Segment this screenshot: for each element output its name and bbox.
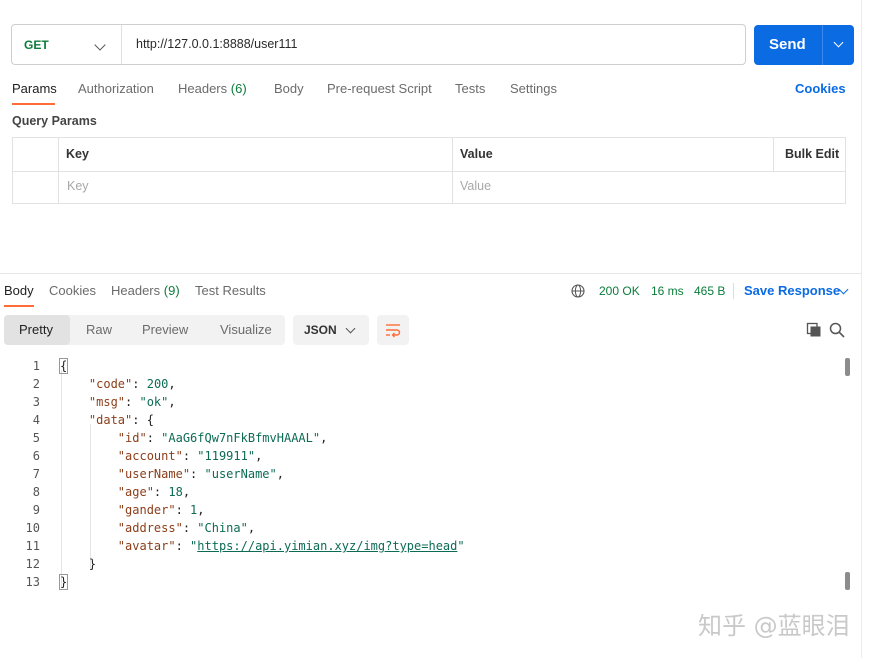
view-pretty[interactable]: Pretty [19, 322, 53, 337]
active-tab-indicator [12, 103, 55, 105]
code-line: } [60, 557, 97, 571]
headers-count: (9) [163, 283, 180, 298]
line-number: 11 [25, 539, 40, 553]
tab-settings[interactable]: Settings [510, 81, 557, 96]
response-tab-body[interactable]: Body [4, 283, 34, 298]
code-line: "id": "AaG6fQw7nFkBfmvHAAAL", [117, 431, 328, 445]
sidebar-divider [861, 0, 862, 658]
response-tab-headers[interactable]: Headers (9) [111, 283, 180, 298]
url-bar: GET http://127.0.0.1:8888/user111 [11, 24, 746, 65]
tab-headers[interactable]: Headers (6) [178, 81, 247, 96]
send-divider [822, 25, 823, 65]
line-number: 10 [25, 521, 40, 535]
view-visualize[interactable]: Visualize [220, 322, 272, 337]
watermark: 知乎 @蓝眼泪 [698, 612, 850, 640]
column-header-value: Value [460, 147, 493, 161]
query-params-table: Key Value Bulk Edit Key Value [12, 137, 846, 204]
line-number: 3 [32, 395, 40, 409]
code-line: "msg": "ok", [88, 395, 176, 409]
tab-params[interactable]: Params [12, 81, 57, 96]
copy-icon[interactable] [806, 322, 822, 338]
code-line: "account": "119911", [117, 449, 263, 463]
chevron-down-icon[interactable] [833, 37, 844, 48]
panel-divider[interactable] [0, 273, 861, 274]
status-code[interactable]: 200 OK [599, 284, 640, 298]
line-number: 2 [32, 377, 40, 391]
scrollbar-thumb[interactable] [845, 572, 850, 590]
method-select[interactable]: GET [12, 25, 122, 64]
key-input[interactable]: Key [67, 179, 89, 193]
response-tab-test-results[interactable]: Test Results [195, 283, 266, 298]
query-params-title: Query Params [12, 114, 97, 128]
tab-authorization[interactable]: Authorization [78, 81, 154, 96]
code-line: "gander": 1, [117, 503, 205, 517]
active-tab-indicator [4, 305, 34, 307]
send-label: Send [769, 36, 806, 53]
bracket: } [58, 574, 69, 590]
code-line: } [58, 574, 69, 590]
globe-icon[interactable] [571, 284, 585, 298]
line-number: 4 [32, 413, 40, 427]
view-raw[interactable]: Raw [86, 322, 112, 337]
view-preview[interactable]: Preview [142, 322, 188, 337]
code-line: "age": 18, [117, 485, 191, 499]
view-mode-group: Pretty Raw Preview Visualize [4, 315, 285, 345]
column-divider [452, 138, 453, 203]
line-number: 13 [25, 575, 40, 589]
format-select[interactable]: JSON [293, 315, 369, 345]
response-time[interactable]: 16 ms [651, 284, 684, 298]
line-number: 9 [32, 503, 40, 517]
divider [733, 283, 734, 299]
code-line: "address": "China", [117, 521, 256, 535]
row-divider [13, 171, 845, 172]
avatar-link[interactable]: https://api.yimian.xyz/img?type=head [197, 539, 457, 553]
value-input[interactable]: Value [460, 179, 491, 193]
tab-tests[interactable]: Tests [455, 81, 485, 96]
response-tab-cookies[interactable]: Cookies [49, 283, 96, 298]
send-button[interactable]: Send [754, 25, 854, 65]
code-line: "code": 200, [88, 377, 176, 391]
bulk-edit-button[interactable]: Bulk Edit [785, 147, 839, 161]
column-divider [58, 138, 59, 203]
response-size[interactable]: 465 B [694, 284, 725, 298]
wrap-icon [386, 324, 401, 338]
response-body-editor[interactable]: 1 { 2 "code": 200, 3 "msg": "ok", 4 "dat… [0, 356, 855, 592]
wrap-lines-button[interactable] [377, 315, 409, 345]
method-label: GET [24, 38, 49, 52]
line-number: 5 [32, 431, 40, 445]
chevron-down-icon [345, 323, 356, 334]
bracket: { [58, 358, 69, 374]
tab-pre-request-script[interactable]: Pre-request Script [327, 81, 432, 96]
scrollbar-thumb[interactable] [845, 358, 850, 376]
code-line: "userName": "userName", [117, 467, 284, 481]
column-header-key: Key [66, 147, 89, 161]
tab-body[interactable]: Body [274, 81, 304, 96]
cookies-link[interactable]: Cookies [795, 81, 846, 96]
save-response-button[interactable]: Save Response [744, 283, 840, 298]
code-line: { [58, 358, 69, 374]
url-input[interactable]: http://127.0.0.1:8888/user111 [136, 37, 297, 51]
line-number: 7 [32, 467, 40, 481]
format-label: JSON [304, 323, 337, 337]
line-number: 6 [32, 449, 40, 463]
code-line: "data": { [88, 413, 154, 427]
line-number: 1 [32, 359, 40, 373]
search-icon[interactable] [829, 322, 845, 338]
line-number: 12 [25, 557, 40, 571]
column-divider [773, 138, 774, 171]
chevron-down-icon [94, 39, 106, 51]
headers-count: (6) [230, 81, 247, 96]
code-line: "avatar": "https://api.yimian.xyz/img?ty… [117, 539, 465, 553]
line-number: 8 [32, 485, 40, 499]
